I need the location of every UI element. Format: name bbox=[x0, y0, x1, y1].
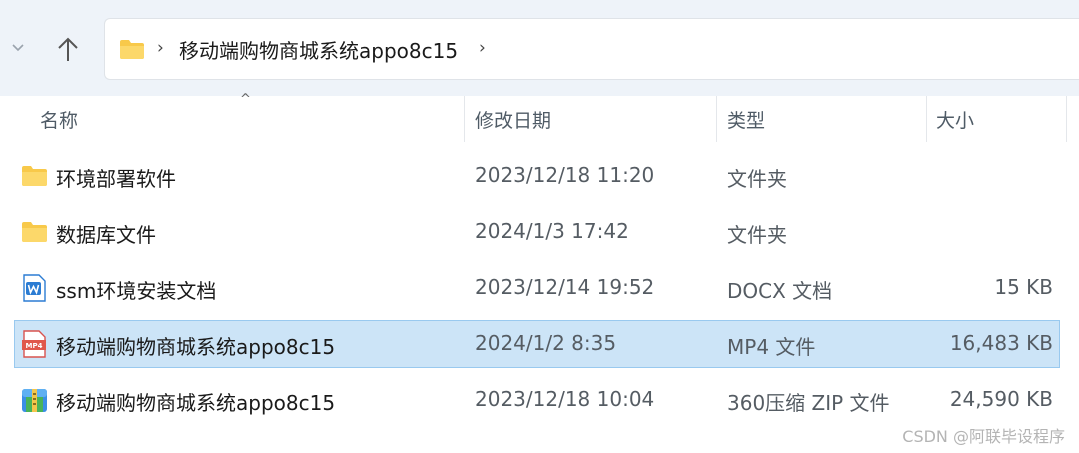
breadcrumb-current-folder[interactable]: 移动端购物商城系统appo8c15 bbox=[179, 35, 458, 64]
breadcrumb-separator[interactable]: › bbox=[479, 38, 486, 58]
file-row[interactable]: 环境部署软件 2023/12/18 11:20 文件夹 bbox=[0, 152, 1079, 200]
file-date: 2023/12/18 11:20 bbox=[475, 163, 655, 187]
file-name: ssm环境安装文档 bbox=[56, 279, 217, 303]
column-divider[interactable] bbox=[716, 96, 717, 142]
column-header-size[interactable]: 大小 bbox=[936, 106, 974, 133]
file-row[interactable]: 数据库文件 2024/1/3 17:42 文件夹 bbox=[0, 208, 1079, 256]
column-header-row: ^ 名称 修改日期 类型 大小 bbox=[0, 92, 1079, 142]
file-type: DOCX 文档 bbox=[727, 279, 833, 303]
mp4-icon: MP4 bbox=[21, 330, 48, 358]
file-row[interactable]: ssm环境安装文档 2023/12/14 19:52 DOCX 文档 15 KB bbox=[0, 264, 1079, 312]
file-type: 360压缩 ZIP 文件 bbox=[727, 391, 890, 415]
breadcrumb-separator[interactable]: › bbox=[157, 38, 164, 58]
file-size: 16,483 KB bbox=[949, 331, 1053, 355]
watermark: CSDN @阿联毕设程序 bbox=[902, 427, 1065, 446]
file-size: 24,590 KB bbox=[949, 387, 1053, 411]
file-row[interactable]: 移动端购物商城系统appo8c15 2023/12/18 10:04 360压缩… bbox=[0, 376, 1079, 424]
sort-ascending-icon: ^ bbox=[240, 92, 251, 107]
navigation-bar: › 移动端购物商城系统appo8c15 › bbox=[0, 0, 1079, 96]
column-divider[interactable] bbox=[464, 96, 465, 142]
column-divider[interactable] bbox=[1066, 96, 1067, 142]
file-name: 移动端购物商城系统appo8c15 bbox=[56, 391, 336, 415]
mp4-icon-label: MP4 bbox=[26, 342, 43, 350]
file-type: 文件夹 bbox=[727, 167, 787, 191]
address-bar[interactable]: › 移动端购物商城系统appo8c15 › bbox=[104, 18, 1079, 80]
arrow-up-icon[interactable] bbox=[54, 34, 82, 64]
docx-icon bbox=[21, 274, 48, 302]
file-date: 2024/1/2 8:35 bbox=[475, 331, 617, 355]
zip-archive-icon bbox=[21, 386, 48, 414]
file-date: 2023/12/14 19:52 bbox=[475, 275, 655, 299]
file-size: 15 KB bbox=[994, 275, 1053, 299]
folder-icon bbox=[21, 218, 48, 246]
file-type: MP4 文件 bbox=[727, 335, 816, 359]
folder-icon bbox=[119, 38, 145, 64]
column-header-name[interactable]: 名称 bbox=[40, 106, 78, 133]
column-header-type[interactable]: 类型 bbox=[727, 106, 765, 133]
file-date: 2024/1/3 17:42 bbox=[475, 219, 629, 243]
file-name: 环境部署软件 bbox=[56, 167, 176, 191]
file-type: 文件夹 bbox=[727, 223, 787, 247]
file-row-selected[interactable]: MP4 移动端购物商城系统appo8c15 2024/1/2 8:35 MP4 … bbox=[0, 320, 1079, 368]
chevron-down-icon[interactable] bbox=[8, 36, 28, 60]
file-name: 移动端购物商城系统appo8c15 bbox=[56, 335, 336, 359]
column-header-date[interactable]: 修改日期 bbox=[475, 106, 551, 133]
column-divider[interactable] bbox=[926, 96, 927, 142]
file-name: 数据库文件 bbox=[56, 223, 156, 247]
file-date: 2023/12/18 10:04 bbox=[475, 387, 655, 411]
folder-icon bbox=[21, 162, 48, 190]
